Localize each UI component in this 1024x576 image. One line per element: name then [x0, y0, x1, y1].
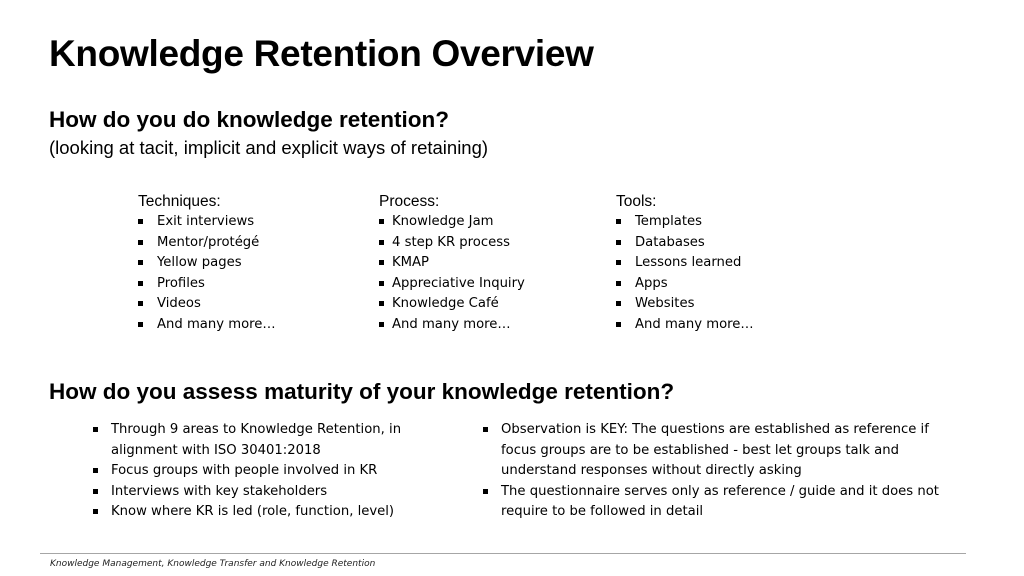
list-item-text: Exit interviews	[157, 214, 255, 229]
list-item-text: Through 9 areas to Knowledge Retention, …	[111, 422, 402, 458]
list-item: Databases	[616, 233, 754, 254]
assess-right-column: Observation is KEY: The questions are es…	[483, 420, 963, 523]
footer-text: Knowledge Management, Knowledge Transfer…	[50, 559, 376, 569]
list-item-text: Databases	[635, 234, 705, 250]
list-item-text: Templates	[635, 214, 703, 229]
list-item-text: Appreciative Inquiry	[392, 275, 525, 291]
bullet-icon	[138, 219, 143, 224]
list-item: KMAP	[379, 253, 525, 274]
list-item: Lessons learned	[616, 253, 754, 274]
techniques-column: Techniques: Exit interviews Mentor/proté…	[138, 192, 276, 335]
list-item: Focus groups with people involved in KR	[93, 461, 433, 482]
bullet-icon	[93, 509, 98, 514]
list-item-text: Focus groups with people involved in KR	[111, 463, 378, 478]
list-item: Templates	[616, 212, 754, 233]
list-item-text: Interviews with key stakeholders	[111, 483, 328, 499]
bullet-icon	[379, 280, 384, 286]
list-item: Yellow pages	[138, 253, 276, 274]
column-header: Process:	[379, 193, 440, 210]
list-item: Videos	[138, 294, 276, 315]
list-item-text: Videos	[157, 296, 201, 311]
bullet-icon	[93, 488, 98, 494]
footer-divider	[40, 553, 966, 554]
bullet-icon	[616, 301, 621, 306]
list-item-text: Apps	[635, 275, 668, 291]
list-item-text: Know where KR is led (role, function, le…	[111, 504, 395, 519]
assess-left-list: Through 9 areas to Knowledge Retention, …	[93, 420, 433, 523]
bullet-icon	[616, 239, 621, 245]
bullet-icon	[379, 301, 384, 306]
column-header: Tools:	[616, 193, 657, 210]
bullet-icon	[138, 280, 143, 286]
list-item-text: Knowledge Jam	[392, 214, 494, 229]
column-header: Techniques:	[138, 193, 221, 210]
list-item: Profiles	[138, 274, 276, 295]
bullet-icon	[616, 219, 621, 224]
techniques-list: Exit interviews Mentor/protégé Yellow pa…	[138, 212, 276, 335]
list-item-text: And many more…	[157, 316, 276, 332]
list-item: Exit interviews	[138, 212, 276, 233]
bullet-icon	[616, 260, 621, 265]
list-item-text: And many more…	[635, 316, 754, 332]
bullet-icon	[138, 301, 143, 306]
list-item-text: The questionnaire serves only as referen…	[501, 483, 939, 520]
list-item: 4 step KR process	[379, 233, 525, 254]
bullet-icon	[138, 321, 143, 327]
assess-right-list: Observation is KEY: The questions are es…	[483, 420, 963, 523]
bullet-icon	[379, 239, 384, 245]
list-item: Mentor/protégé	[138, 233, 276, 254]
assess-left-column: Through 9 areas to Knowledge Retention, …	[93, 420, 433, 523]
list-item: Appreciative Inquiry	[379, 274, 525, 295]
bullet-icon	[93, 468, 98, 473]
bullet-icon	[483, 488, 488, 494]
list-item: And many more…	[379, 315, 525, 336]
list-item-text: Knowledge Café	[392, 296, 499, 311]
process-list: Knowledge Jam 4 step KR process KMAP App…	[379, 212, 525, 335]
list-item: The questionnaire serves only as referen…	[483, 482, 963, 523]
section-subheading: (looking at tacit, implicit and explicit…	[49, 137, 489, 158]
slide-title: Knowledge Retention Overview	[49, 33, 594, 74]
list-item: Know where KR is led (role, function, le…	[93, 502, 433, 523]
bullet-icon	[379, 219, 384, 224]
list-item: And many more…	[616, 315, 754, 336]
list-item-text: Lessons learned	[635, 255, 742, 270]
list-item-text: Yellow pages	[157, 255, 242, 270]
list-item: Through 9 areas to Knowledge Retention, …	[93, 420, 433, 461]
section-heading-assess: How do you assess maturity of your knowl…	[49, 379, 675, 404]
bullet-icon	[93, 427, 98, 432]
process-column: Process: Knowledge Jam 4 step KR process…	[379, 192, 525, 335]
list-item-text: Mentor/protégé	[157, 234, 260, 250]
bullet-icon	[379, 321, 384, 327]
tools-list: Templates Databases Lessons learned Apps…	[616, 212, 754, 335]
list-item-text: KMAP	[392, 255, 429, 270]
list-item: Observation is KEY: The questions are es…	[483, 420, 963, 482]
list-item-text: 4 step KR process	[392, 234, 510, 250]
list-item: Websites	[616, 294, 754, 315]
section-heading-how: How do you do knowledge retention?	[49, 107, 449, 132]
bullet-icon	[616, 321, 621, 327]
bullet-icon	[138, 260, 143, 265]
list-item: Knowledge Jam	[379, 212, 525, 233]
bullet-icon	[616, 280, 621, 286]
bullet-icon	[138, 239, 143, 245]
bullet-icon	[379, 260, 384, 265]
list-item-text: Observation is KEY: The questions are es…	[501, 422, 929, 478]
list-item: And many more…	[138, 315, 276, 336]
list-item-text: Profiles	[157, 275, 205, 291]
list-item: Apps	[616, 274, 754, 295]
list-item-text: And many more…	[392, 316, 511, 332]
list-item: Interviews with key stakeholders	[93, 482, 433, 503]
list-item-text: Websites	[635, 296, 695, 311]
bullet-icon	[483, 427, 488, 432]
list-item: Knowledge Café	[379, 294, 525, 315]
tools-column: Tools: Templates Databases Lessons learn…	[616, 192, 754, 335]
